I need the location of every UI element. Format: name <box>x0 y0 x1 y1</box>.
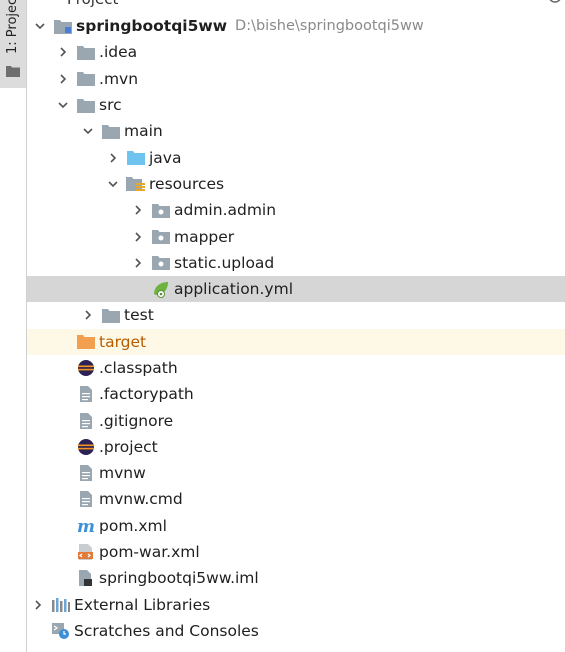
folder-icon <box>101 306 121 324</box>
module-file-icon <box>76 569 96 587</box>
project-tool-window-label[interactable]: 1: Project <box>4 0 22 54</box>
tree-node-label: pom.xml <box>99 516 167 535</box>
tree-node-mvnw-cmd[interactable]: mvnw.cmd <box>27 486 565 512</box>
tree-node-pom-war-xml[interactable]: pom-war.xml <box>27 539 565 565</box>
tree-node-label: Scratches and Consoles <box>74 621 259 640</box>
tree-node-label: target <box>99 332 147 351</box>
xml-file-icon <box>76 543 96 561</box>
chevron-right-icon[interactable] <box>131 203 145 217</box>
project-path: D:\bishe\springbootqi5ww <box>235 18 424 35</box>
tree-node-project[interactable]: .project <box>27 434 565 460</box>
tree-node-label: mvnw <box>99 464 146 483</box>
settings-gear-icon[interactable] <box>547 0 563 8</box>
chevron-right-icon[interactable] <box>131 256 145 270</box>
tree-node-label: mvnw.cmd <box>99 490 183 509</box>
tree-node-factorypath[interactable]: .factorypath <box>27 381 565 407</box>
eclipse-file-icon <box>76 359 96 377</box>
project-tree[interactable]: springbootqi5ww D:\bishe\springbootqi5ww… <box>27 13 565 644</box>
tree-node-label: .idea <box>99 43 138 62</box>
tree-node-label: .classpath <box>99 359 178 377</box>
spring-config-icon <box>151 280 171 299</box>
eclipse-file-icon <box>76 438 96 456</box>
project-tool-window-strip[interactable]: 1: Project <box>0 0 27 88</box>
svg-text:m: m <box>77 517 95 535</box>
tree-node-label: resources <box>149 174 225 193</box>
chevron-down-icon[interactable] <box>56 98 70 112</box>
tree-node-label: src <box>99 96 122 115</box>
tree-node-classpath[interactable]: .classpath <box>27 355 565 381</box>
text-file-icon <box>76 464 96 482</box>
tree-node-label: test <box>124 306 154 325</box>
tree-node-label: springbootqi5ww <box>76 17 228 36</box>
text-file-icon <box>76 412 96 430</box>
tree-node-label: .mvn <box>99 69 139 88</box>
tree-node-root[interactable]: springbootqi5ww D:\bishe\springbootqi5ww <box>27 13 565 39</box>
package-folder-icon <box>151 254 171 272</box>
tree-node-label: application.yml <box>174 280 294 299</box>
tree-node-pom-xml[interactable]: m pom.xml <box>27 513 565 539</box>
tree-node-target[interactable]: target <box>27 328 565 355</box>
tree-node-main[interactable]: main <box>27 118 565 144</box>
chevron-right-icon[interactable] <box>106 151 120 165</box>
libraries-icon <box>51 596 71 614</box>
tree-node-admin[interactable]: admin.admin <box>27 197 565 223</box>
maven-icon: m <box>76 517 96 535</box>
panel-header: Project <box>27 0 565 8</box>
tree-node-java[interactable]: java <box>27 144 565 170</box>
chevron-right-icon[interactable] <box>81 308 95 322</box>
tree-node-label: springbootqi5ww.iml <box>99 569 259 588</box>
chevron-right-icon[interactable] <box>131 230 145 244</box>
tree-node-static-upload[interactable]: static.upload <box>27 250 565 276</box>
source-folder-icon <box>126 149 146 167</box>
module-folder-icon <box>53 17 73 35</box>
text-file-icon <box>76 385 96 403</box>
package-folder-icon <box>151 201 171 219</box>
folder-icon <box>76 96 96 114</box>
folder-icon <box>6 62 20 81</box>
tree-node-mvn[interactable]: .mvn <box>27 66 565 92</box>
folder-icon <box>101 122 121 140</box>
tree-node-label: main <box>124 122 163 141</box>
chevron-right-icon[interactable] <box>56 72 70 86</box>
folder-icon <box>76 70 96 88</box>
package-folder-icon <box>151 228 171 246</box>
tree-node-label: mapper <box>174 227 235 246</box>
tree-node-idea[interactable]: .idea <box>27 39 565 65</box>
tree-node-src[interactable]: src <box>27 92 565 118</box>
tree-node-label: static.upload <box>174 253 275 272</box>
tree-node-label: .gitignore <box>99 411 174 430</box>
tree-node-mvnw[interactable]: mvnw <box>27 460 565 486</box>
chevron-right-icon[interactable] <box>31 598 45 612</box>
tree-node-resources[interactable]: resources <box>27 171 565 197</box>
tree-node-application-yml[interactable]: application.yml <box>27 275 565 303</box>
text-file-icon <box>76 490 96 508</box>
tree-node-label: admin.admin <box>174 201 277 220</box>
tree-node-label: External Libraries <box>74 595 211 614</box>
chevron-down-icon[interactable] <box>33 19 47 33</box>
chevron-down-icon[interactable] <box>106 177 120 191</box>
tree-node-gitignore[interactable]: .gitignore <box>27 407 565 433</box>
folder-icon <box>76 43 96 61</box>
tree-node-label: pom-war.xml <box>99 543 200 562</box>
tree-node-label: java <box>149 148 182 167</box>
tree-node-external-libraries[interactable]: External Libraries <box>27 592 565 618</box>
tree-node-mapper[interactable]: mapper <box>27 223 565 249</box>
tree-node-label: .factorypath <box>99 385 194 404</box>
excluded-folder-icon <box>76 333 96 351</box>
tree-node-scratches[interactable]: Scratches and Consoles <box>27 618 565 644</box>
tree-node-iml[interactable]: springbootqi5ww.iml <box>27 565 565 591</box>
chevron-down-icon[interactable] <box>81 124 95 138</box>
scratches-icon <box>51 622 71 640</box>
resources-folder-icon <box>126 175 146 193</box>
tree-node-test[interactable]: test <box>27 302 565 328</box>
tree-node-label: .project <box>99 437 158 456</box>
project-tab-title[interactable]: Project <box>67 0 118 8</box>
chevron-right-icon[interactable] <box>56 45 70 59</box>
